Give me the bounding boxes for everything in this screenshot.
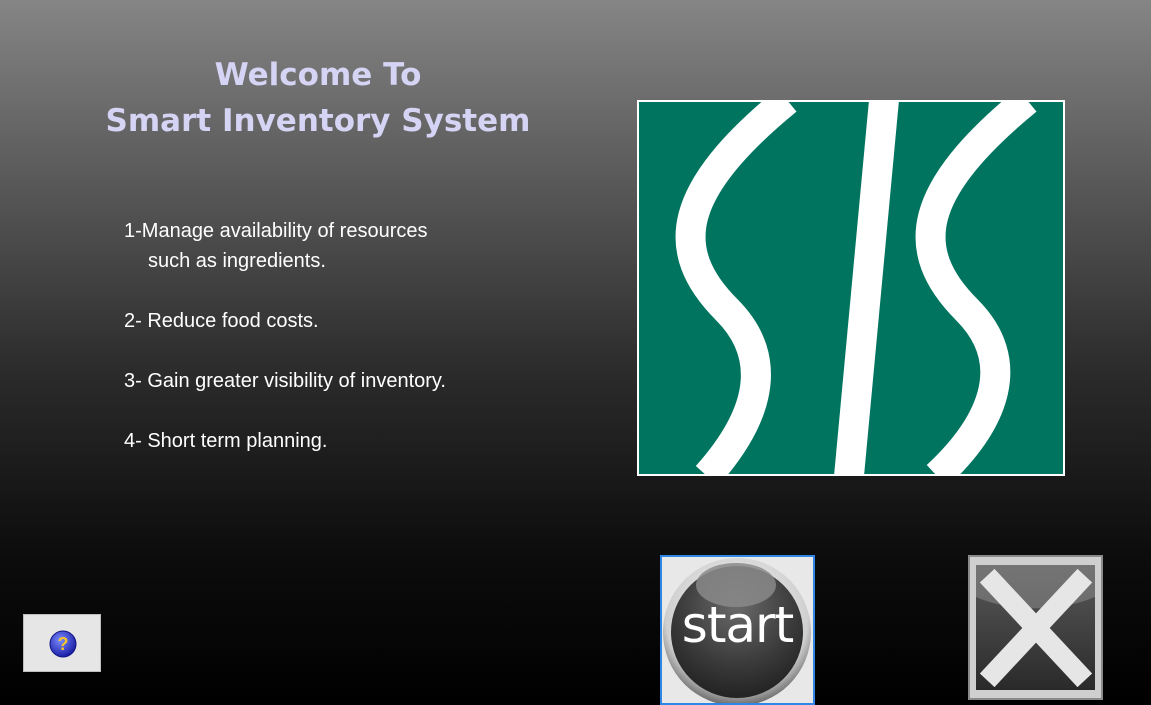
close-icon <box>976 565 1095 690</box>
start-button[interactable]: start <box>660 555 815 705</box>
question-icon: ? <box>49 630 77 658</box>
welcome-title-line-2: Smart Inventory System <box>105 103 531 139</box>
feature-item: 3- Gain greater visibility of inventory. <box>124 366 544 396</box>
feature-text: 4- Short term planning. <box>124 430 328 452</box>
close-button[interactable] <box>968 555 1103 700</box>
welcome-title-line-1: Welcome To <box>214 57 422 93</box>
feature-item: 1-Manage availability of resources such … <box>124 216 544 276</box>
svg-text:?: ? <box>58 634 69 654</box>
feature-text: 1-Manage availability of resources <box>124 220 428 242</box>
welcome-title: Welcome To Smart Inventory System <box>100 52 536 144</box>
feature-text: 2- Reduce food costs. <box>124 310 319 332</box>
sis-logo-graphic <box>639 100 1063 476</box>
feature-item: 2- Reduce food costs. <box>124 306 544 336</box>
feature-text: 3- Gain greater visibility of inventory. <box>124 370 446 392</box>
start-label: start <box>681 596 794 654</box>
sis-logo <box>637 100 1065 476</box>
help-button[interactable]: ? <box>23 614 101 672</box>
feature-list: 1-Manage availability of resources such … <box>124 216 544 486</box>
feature-item: 4- Short term planning. <box>124 426 544 456</box>
feature-subtext: such as ingredients. <box>148 250 326 272</box>
